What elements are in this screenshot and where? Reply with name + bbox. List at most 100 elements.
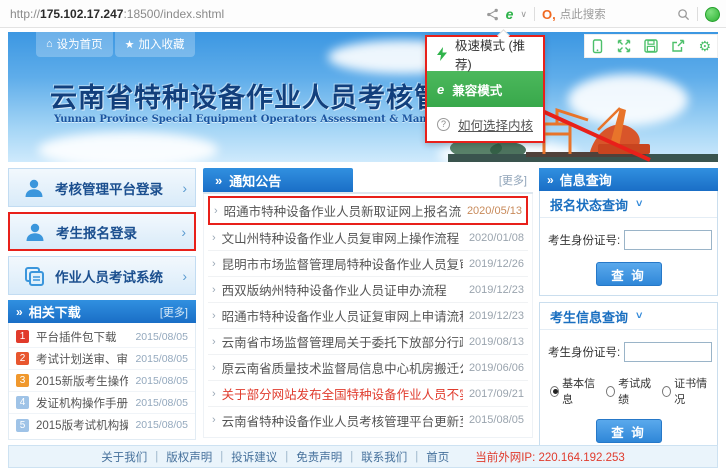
question-icon: ?: [437, 118, 450, 131]
star-icon: ★: [125, 38, 135, 51]
candidate-query-button[interactable]: 查 询: [596, 419, 662, 443]
notice-item[interactable]: › 文山州特种设备作业人员复审网上操作流程 2020/01/08: [208, 225, 528, 251]
downloads-header: » 相关下载 [更多]: [8, 300, 196, 323]
download-item[interactable]: 1 平台插件包下载 2015/08/05: [9, 326, 195, 348]
radio-certificate[interactable]: 证书情况: [662, 375, 709, 407]
kernel-e-icon[interactable]: e: [506, 6, 514, 22]
footer-link-complaint[interactable]: 投诉建议: [231, 449, 277, 465]
section-enrol-status[interactable]: 报名状态查询 ˅: [540, 191, 717, 218]
kernel-dropdown-chevron-icon[interactable]: ∨: [520, 9, 527, 20]
sidebar-item-admin-login[interactable]: 考核管理平台登录 ›: [8, 168, 196, 207]
kernel-mode-menu: 极速模式 (推荐) e 兼容模式 ? 如何选择内核: [425, 35, 545, 143]
enrol-id-input[interactable]: [624, 230, 712, 250]
chevron-right-icon: ›: [182, 268, 187, 284]
enrol-status-box: 报名状态查询 ˅ 考生身份证号: 查 询: [539, 191, 718, 296]
divider: [534, 7, 535, 21]
exam-docs-icon: [23, 265, 45, 287]
notice-item[interactable]: › 昭通市特种设备作业人员新取证网上报名流程 NEW 2020/05/13: [208, 196, 528, 225]
menu-item-speed-mode[interactable]: 极速模式 (推荐): [427, 37, 543, 71]
settings-gear-icon[interactable]: ⚙: [698, 39, 711, 53]
magnifier-icon[interactable]: [677, 8, 690, 21]
downloads-list: 1 平台插件包下载 2015/08/05 2 考试计划送审、审核 ... 201…: [8, 323, 196, 440]
download-item[interactable]: 2 考试计划送审、审核 ... 2015/08/05: [9, 348, 195, 370]
notices-header: » 通知公告 [更多]: [203, 168, 533, 194]
query-panel: » 信息查询 报名状态查询 ˅ 考生身份证号: 查 询 考生信息查询 ˅: [539, 168, 718, 459]
rank-badge: 5: [16, 419, 29, 432]
download-item[interactable]: 5 2015版考试机构操... 2015/08/05: [9, 414, 195, 436]
menu-item-compat-mode[interactable]: e 兼容模式: [427, 71, 543, 107]
user-icon: [24, 221, 46, 243]
footer-link-about[interactable]: 关于我们: [101, 449, 147, 465]
user-icon: [23, 177, 45, 199]
footer-link-contact[interactable]: 联系我们: [361, 449, 407, 465]
footer-link-home[interactable]: 首页: [426, 449, 449, 465]
bullet-icon: ›: [212, 336, 216, 348]
notices-panel: » 通知公告 [更多] › 昭通市特种设备作业人员新取证网上报名流程 NEW 2…: [203, 168, 533, 438]
notice-item[interactable]: › 昭通市特种设备作业人员证复审网上申请流程及相... 2019/12/23: [208, 303, 528, 329]
divider: [697, 7, 698, 21]
notices-more-link[interactable]: [更多]: [499, 172, 533, 188]
mobile-view-icon[interactable]: [591, 39, 604, 54]
notice-item[interactable]: › 云南省市场监督管理局关于委托下放部分行政许可... 2019/08/13: [208, 329, 528, 355]
share-icon[interactable]: [486, 8, 499, 21]
enrol-query-button[interactable]: 查 询: [596, 262, 662, 286]
rank-badge: 2: [16, 352, 29, 365]
page-content: ⌂ 设为首页 ★ 加入收藏 云南省特种设备作业人员考核管理平台: [8, 32, 718, 467]
browser-speed-ball-icon[interactable]: [705, 7, 720, 22]
chevron-down-icon: ˅: [636, 310, 642, 322]
browser-search-input[interactable]: O, 点此搜索: [542, 6, 690, 22]
bullet-icon: ›: [212, 284, 216, 296]
id-number-label: 考生身份证号:: [548, 232, 620, 248]
external-ip-label: 当前外网IP: 220.164.192.253: [475, 449, 625, 465]
notice-item[interactable]: › 西双版纳州特种设备作业人员证申办流程 2019/12/23: [208, 277, 528, 303]
set-home-button[interactable]: ⌂ 设为首页: [36, 32, 113, 57]
sidebar-item-candidate-login[interactable]: 考生报名登录 ›: [8, 212, 196, 251]
bullet-icon: ›: [212, 362, 216, 374]
candidate-id-input[interactable]: [624, 342, 712, 362]
bullet-icon: ›: [212, 232, 216, 244]
chevron-right-icon: ›: [182, 180, 187, 196]
chevron-right-icon: ›: [181, 224, 186, 240]
search-placeholder: 点此搜索: [560, 6, 673, 22]
sidebar-item-exam-system[interactable]: 作业人员考试系统 ›: [8, 256, 196, 295]
rank-badge: 3: [16, 374, 29, 387]
bullet-icon: ›: [212, 258, 216, 270]
ie-e-icon: e: [437, 82, 444, 97]
add-favorite-button[interactable]: ★ 加入收藏: [115, 32, 195, 57]
home-icon: ⌂: [46, 38, 53, 50]
menu-item-kernel-help[interactable]: ? 如何选择内核: [427, 107, 543, 141]
query-panel-header: » 信息查询: [539, 168, 718, 191]
notice-item[interactable]: › 云南省特种设备作业人员考核管理平台更新至20... 2015/08/05: [208, 407, 528, 433]
double-chevron-icon: »: [215, 173, 222, 188]
download-item[interactable]: 3 2015新版考生操作... 2015/08/05: [9, 370, 195, 392]
browser-page-toolbar: ⚙: [584, 34, 718, 58]
bullet-icon: ›: [214, 205, 218, 217]
download-item[interactable]: 4 发证机构操作手册 2015/08/05: [9, 392, 195, 414]
id-number-label: 考生身份证号:: [548, 344, 620, 360]
left-sidebar: 考核管理平台登录 › 考生报名登录 › 作业人员考试系统 › » 相关下载 [更…: [8, 168, 196, 440]
bullet-icon: ›: [212, 310, 216, 322]
fullscreen-icon[interactable]: [617, 39, 631, 53]
chevron-down-icon: ˅: [636, 198, 642, 210]
rank-badge: 4: [16, 396, 29, 409]
radio-dot-icon: [606, 386, 615, 397]
footer-link-disclaimer[interactable]: 免责声明: [296, 449, 342, 465]
notice-item[interactable]: › 昆明市市场监督管理局特种设备作业人员复审流程... 2019/12/26: [208, 251, 528, 277]
candidate-info-box: 考生信息查询 ˅ 考生身份证号: 基本信息 考试成绩: [539, 302, 718, 453]
tab-notices[interactable]: » 通知公告: [203, 168, 353, 192]
radio-basic-info[interactable]: 基本信息: [550, 375, 597, 407]
footer-link-copyright[interactable]: 版权声明: [166, 449, 212, 465]
search-engine-logo-icon: O,: [542, 7, 556, 22]
url-text[interactable]: http://175.102.17.247:18500/index.shtml: [10, 0, 224, 28]
bullet-icon: ›: [212, 414, 216, 426]
section-candidate-info[interactable]: 考生信息查询 ˅: [540, 303, 717, 330]
share-page-icon[interactable]: [671, 39, 685, 53]
notices-list: › 昭通市特种设备作业人员新取证网上报名流程 NEW 2020/05/13 › …: [203, 194, 533, 438]
bullet-icon: ›: [212, 388, 216, 400]
radio-dot-icon: [550, 386, 559, 397]
downloads-more-link[interactable]: [更多]: [160, 304, 188, 320]
notice-item[interactable]: › 原云南省质量技术监督局信息中心机房搬迁公告 2019/06/06: [208, 355, 528, 381]
save-page-icon[interactable]: [644, 39, 658, 53]
radio-exam-score[interactable]: 考试成绩: [606, 375, 653, 407]
notice-item[interactable]: › 关于部分网站发布全国特种设备作业人员不实信息... 2017/09/21: [208, 381, 528, 407]
